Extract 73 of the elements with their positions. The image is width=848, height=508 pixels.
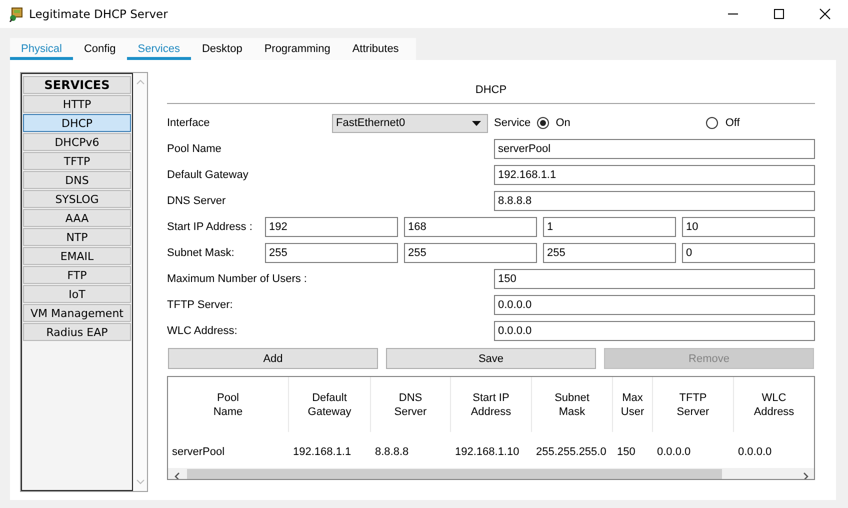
field-label: Start IP Address : xyxy=(167,221,254,233)
table-cell-text: serverPool xyxy=(171,446,226,458)
table-cell-text: 255.255.255.0 xyxy=(535,446,608,458)
table-cell-text: 8.8.8.8 xyxy=(374,446,410,458)
scroll-right-icon[interactable] xyxy=(802,472,808,479)
window-title: Legitimate DHCP Server xyxy=(29,7,168,21)
column-header: Subnet Mask xyxy=(554,390,590,418)
service-item[interactable]: DHCP xyxy=(23,114,131,132)
field-label: WLC Address: xyxy=(167,325,238,337)
tab[interactable]: Config xyxy=(72,38,127,60)
service-item[interactable]: Radius EAP xyxy=(23,323,131,341)
column-header: Start IP Address xyxy=(470,390,512,418)
text-field[interactable]: 1 xyxy=(543,217,676,237)
service-item[interactable]: AAA xyxy=(23,209,131,227)
table-cell-text: 0.0.0.0 xyxy=(656,446,692,458)
text-field[interactable]: 255 xyxy=(404,243,537,263)
field-label: Pool Name xyxy=(167,143,222,155)
column-header: DNS Server xyxy=(394,390,427,418)
text-field[interactable]: 0.0.0.0 xyxy=(494,321,815,341)
service-item[interactable]: TFTP xyxy=(23,152,131,170)
text-field[interactable]: 8.8.8.8 xyxy=(494,191,815,211)
text-field[interactable]: 10 xyxy=(682,217,815,237)
column-header: TFTP Server xyxy=(676,390,710,418)
scroll-left-icon[interactable] xyxy=(174,472,180,479)
column-header: Pool Name xyxy=(213,390,243,418)
action-button[interactable]: Save xyxy=(386,348,596,369)
radio-label: Off xyxy=(725,117,740,129)
radio-button[interactable] xyxy=(536,117,549,129)
text-field[interactable]: 192 xyxy=(265,217,398,237)
text-field[interactable]: 255 xyxy=(265,243,398,263)
radio-label: On xyxy=(556,117,570,129)
service-item[interactable]: HTTP xyxy=(23,95,131,113)
maximize-icon[interactable] xyxy=(773,8,785,20)
service-item[interactable]: DHCPv6 xyxy=(23,133,131,151)
service-item[interactable]: VM Management xyxy=(23,304,131,322)
service-item[interactable]: IoT xyxy=(23,285,131,303)
field-label: Service xyxy=(494,117,531,129)
text-field[interactable]: 168 xyxy=(404,217,537,237)
text-field[interactable]: 0 xyxy=(682,243,815,263)
caret-icon xyxy=(472,120,481,126)
text-field[interactable]: 150 xyxy=(494,269,815,289)
column-header: Default Gateway xyxy=(308,390,352,418)
field-label: Maximum Number of Users : xyxy=(167,273,308,285)
table-cell-text: 150 xyxy=(616,446,636,458)
service-item[interactable]: NTP xyxy=(23,228,131,246)
text-field[interactable]: 192.168.1.1 xyxy=(494,165,815,185)
service-item[interactable]: EMAIL xyxy=(23,247,131,265)
field-label: Subnet Mask: xyxy=(167,247,236,259)
interface-dropdown[interactable]: FastEthernet0 xyxy=(332,114,488,132)
field-label: TFTP Server: xyxy=(167,299,234,311)
table-cell-text: 192.168.1.10 xyxy=(454,446,520,458)
tab[interactable]: Attributes xyxy=(341,38,410,60)
action-button[interactable]: Add xyxy=(168,348,378,369)
column-header: WLC Address xyxy=(754,390,794,418)
tab[interactable]: Programming xyxy=(253,38,342,60)
field-label: DNS Server xyxy=(167,195,227,207)
service-item[interactable]: DNS xyxy=(23,171,131,189)
services-header: SERVICES xyxy=(23,76,131,94)
field-label: Default Gateway xyxy=(167,169,250,181)
service-item[interactable]: SYSLOG xyxy=(23,190,131,208)
field-label: Interface xyxy=(167,117,211,129)
text-field[interactable]: 255 xyxy=(543,243,676,263)
table-cell-text: 0.0.0.0 xyxy=(737,446,773,458)
radio-button[interactable] xyxy=(706,117,718,129)
table-cell-text: 192.168.1.1 xyxy=(292,446,352,458)
text-field[interactable]: 0.0.0.0 xyxy=(494,295,815,315)
text-field[interactable]: serverPool xyxy=(494,139,815,159)
column-header: Max User xyxy=(620,390,644,418)
service-item[interactable]: FTP xyxy=(23,266,131,284)
panel-title: DHCP xyxy=(474,83,508,98)
app-icon xyxy=(8,6,24,22)
close-icon[interactable] xyxy=(819,8,831,20)
tab[interactable]: Desktop xyxy=(190,38,254,60)
